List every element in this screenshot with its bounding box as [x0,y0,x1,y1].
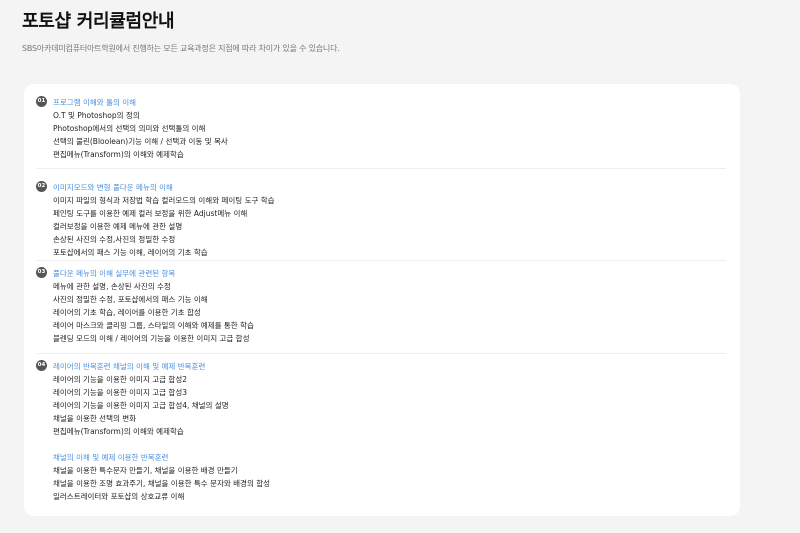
page-title: 포토샵 커리큘럼안내 [22,11,175,32]
curriculum-card: 01 프로그램 이해와 툴의 이해 O.T 및 Photoshop의 정의 Ph… [24,84,740,516]
list-item: 편집메뉴(Transform)의 이해와 예제학습 [53,427,184,436]
list-item: 레이어의 기능을 이용한 이미지 고급 합성2 [53,375,187,384]
list-item: 일러스트레이터와 포토샵의 상호교류 이해 [53,492,185,501]
list-item: 이미지 파일의 형식과 저장법 학습 컬러모드의 이해와 페이팅 도구 학습 [53,196,275,205]
list-item: 손상된 사진의 수정,사진의 정밀한 수정 [53,235,176,244]
section-title: 레이어의 반복훈련 채널의 이해 및 예제 반복훈련 [53,362,206,371]
list-item: 편집메뉴(Transform)의 이해와 예제학습 [53,150,184,159]
curriculum-section-03: 03 풀다운 메뉴의 이해 실무에 관련된 항목 메뉴에 관한 설명, 손상된 … [36,260,726,343]
section-title: 프로그램 이해와 툴의 이해 [53,98,137,107]
section-sub-item-list: 채널을 이용한 특수문자 만들기, 채널을 이용한 배경 만들기 채널을 이용한… [53,464,270,503]
curriculum-section-04: 04 레이어의 반복훈련 채널의 이해 및 예제 반복훈련 레이어의 기능을 이… [36,353,726,501]
section-title: 이미지모드와 변형 풀다운 메뉴의 이해 [53,183,173,192]
curriculum-section-02: 02 이미지모드와 변형 풀다운 메뉴의 이해 이미지 파일의 형식과 저장법 … [36,168,726,257]
list-item: 블렌딩 모드의 이해 / 레이어의 기능을 이용한 이미지 고급 합성 [53,334,250,343]
list-item: 메뉴에 관한 설명, 손상된 사진의 수정 [53,282,171,291]
section-item-list: 레이어의 기능을 이용한 이미지 고급 합성2 레이어의 기능을 이용한 이미지… [53,373,270,438]
section-item-list: 이미지 파일의 형식과 저장법 학습 컬러모드의 이해와 페이팅 도구 학습 페… [53,194,275,259]
section-item-list: 메뉴에 관한 설명, 손상된 사진의 수정 사진의 정밀한 수정, 포토샵에서의… [53,280,254,345]
list-item: 레이어의 기능을 이용한 이미지 고급 합성4, 채널의 설명 [53,401,229,410]
section-number-badge: 04 [36,360,47,371]
list-item: 레이어의 기초 학습, 레이어를 이용한 기초 합성 [53,308,201,317]
list-item: 레이어 마스크와 클리핑 그룹, 스타일의 이해와 예제를 통한 학습 [53,321,254,330]
list-item: Photoshop에서의 선택의 의미와 선택툴의 이해 [53,124,206,133]
list-item: 페인팅 도구를 이용한 예제 컬러 보정을 위한 Adjust메뉴 이해 [53,209,248,218]
list-item: 채널을 이용한 선택의 변화 [53,414,137,423]
page-subtitle: SBS아카데미컴퓨터아트학원에서 진행하는 모든 교육과정은 지점에 따라 차이… [22,44,340,53]
list-item: O.T 및 Photoshop의 정의 [53,111,140,120]
list-item: 채널을 이용한 조명 효과주기, 채널을 이용한 특수 문자와 배경의 합성 [53,479,271,488]
list-item: 컬러보정을 이용한 예제 메뉴에 관한 설명 [53,222,183,231]
section-number-badge: 01 [36,96,47,107]
section-number-badge: 03 [36,267,47,278]
list-item: 레이어의 기능을 이용한 이미지 고급 합성3 [53,388,187,397]
section-number-badge: 02 [36,181,47,192]
list-item: 포토샵에서의 패스 기능 이해, 레이어의 기초 학습 [53,248,208,257]
section-subtitle: 채널의 이해 및 예제 이용한 반복훈련 [53,453,169,462]
section-title: 풀다운 메뉴의 이해 실무에 관련된 항목 [53,269,176,278]
list-item: 선택의 불린(Bloolean)기능 이해 / 선택과 이동 및 복사 [53,137,228,146]
list-item: 사진의 정밀한 수정, 포토샵에서의 패스 기능 이해 [53,295,208,304]
section-item-list: O.T 및 Photoshop의 정의 Photoshop에서의 선택의 의미와… [53,109,228,161]
list-item: 채널을 이용한 특수문자 만들기, 채널을 이용한 배경 만들기 [53,466,238,475]
